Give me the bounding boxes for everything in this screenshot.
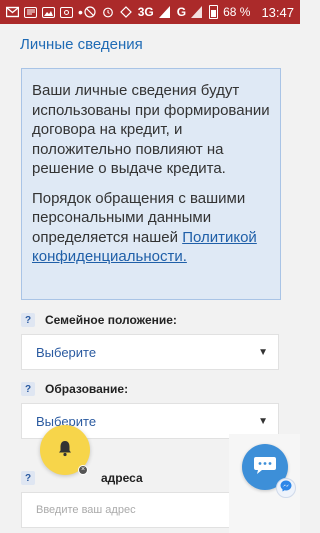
help-icon[interactable]: ? xyxy=(21,382,35,396)
signal-icon-2 xyxy=(191,6,204,18)
marital-status-value: Выберите xyxy=(36,344,97,360)
caret-down-icon: ▼ xyxy=(258,346,268,358)
section-title: Личные сведения xyxy=(20,36,143,53)
marital-status-label: Семейное положение: xyxy=(45,313,177,327)
info-paragraph-1: Ваши личные сведения будут использованы … xyxy=(32,82,270,177)
mute-icon xyxy=(84,6,97,18)
marital-status-label-row: ? Семейное положение: xyxy=(21,312,279,328)
notification-badge: × xyxy=(78,465,88,475)
education-label: Образование: xyxy=(45,382,129,396)
bell-icon xyxy=(56,439,74,462)
signal-icon xyxy=(158,6,172,18)
help-icon[interactable]: ? xyxy=(21,313,35,327)
address-label: адреса xyxy=(101,471,143,485)
alarm-icon xyxy=(102,6,115,18)
marital-status-field: ? Семейное положение: Выберите ▼ xyxy=(21,312,279,370)
education-label-row: ? Образование: xyxy=(21,381,279,397)
messenger-icon xyxy=(280,479,292,497)
chat-icon xyxy=(253,455,277,480)
info-paragraph-2: Порядок обращения с вашими персональными… xyxy=(32,189,270,267)
gmail-icon xyxy=(5,6,20,18)
caret-down-icon: ▼ xyxy=(258,415,268,427)
notifications-button[interactable]: × xyxy=(40,425,90,475)
instagram-icon xyxy=(60,6,73,18)
battery-icon xyxy=(209,5,219,19)
marital-status-select[interactable]: Выберите ▼ xyxy=(21,334,279,370)
more-dots-icon: • xyxy=(78,4,83,20)
messenger-button[interactable] xyxy=(276,478,296,498)
battery-level: 68 % xyxy=(223,5,251,19)
message-icon xyxy=(24,6,37,18)
gallery-icon xyxy=(42,6,55,18)
network-type-2: G xyxy=(176,5,187,19)
help-icon[interactable]: ? xyxy=(21,471,35,485)
address-placeholder: Введите ваш адрес xyxy=(36,504,136,516)
status-bar: • 3G G 68 % 13:47 xyxy=(0,0,300,24)
network-type: 3G xyxy=(137,5,154,19)
clock: 13:47 xyxy=(261,4,294,20)
notification-icons: • xyxy=(5,4,83,20)
vpn-diamond-icon xyxy=(119,6,133,18)
system-icons: 3G G 68 % 13:47 xyxy=(84,5,294,20)
info-box: Ваши личные сведения будут использованы … xyxy=(21,68,281,300)
